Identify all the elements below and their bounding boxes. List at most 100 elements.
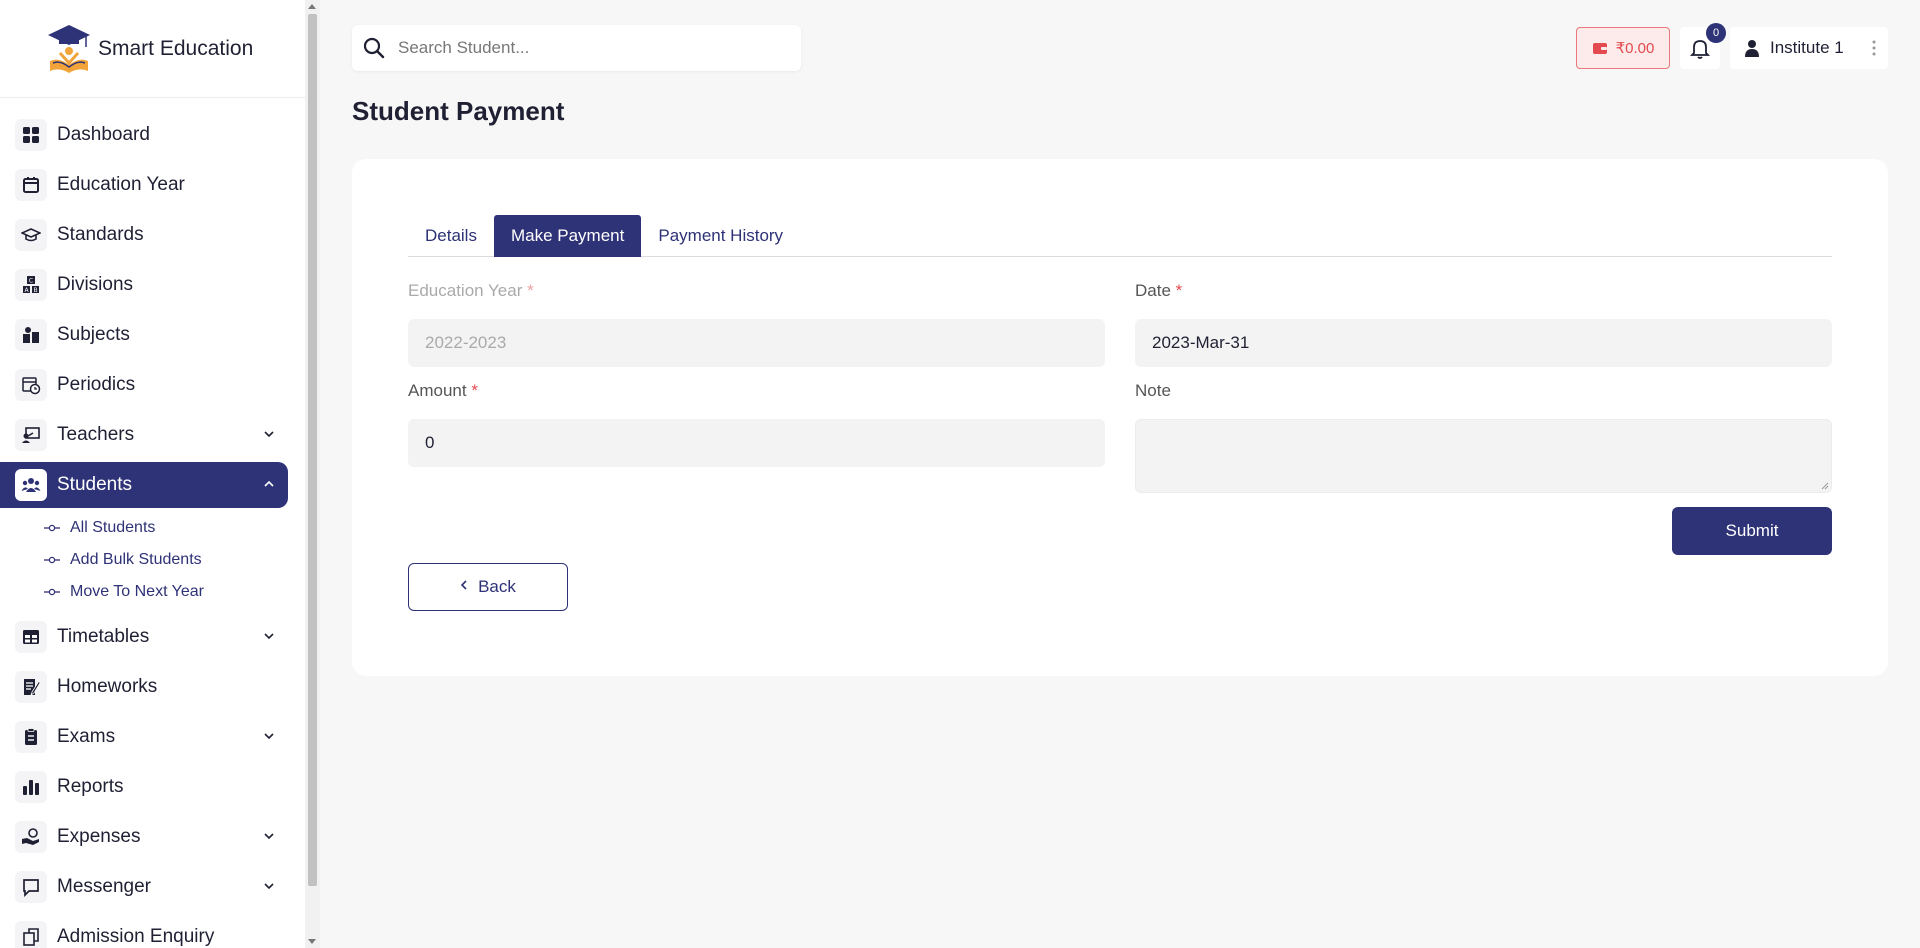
- user-icon: [1745, 40, 1759, 57]
- chevron-up-icon: [264, 480, 274, 487]
- search-box[interactable]: [352, 25, 801, 71]
- sidebar-item-standards[interactable]: Standards: [0, 212, 288, 258]
- sidebar-item-label: Reports: [57, 776, 124, 797]
- bell-icon: [1690, 40, 1710, 59]
- sidebar-item-exams[interactable]: Exams: [0, 714, 288, 760]
- enquiry-icon: [15, 921, 47, 948]
- sidebar-item-students[interactable]: Students: [0, 462, 288, 508]
- user-menu[interactable]: Institute 1: [1730, 27, 1888, 69]
- chevron-down-icon: [264, 633, 274, 640]
- note-textarea[interactable]: [1135, 419, 1832, 493]
- sidebar-item-divisions[interactable]: CAB Divisions: [0, 262, 288, 308]
- submenu-item-label: Add Bulk Students: [70, 551, 202, 568]
- resize-grip-icon[interactable]: [1821, 482, 1829, 490]
- sidebar-item-label: Periodics: [57, 374, 136, 395]
- notebook-pen-icon: [15, 671, 47, 703]
- submenu-item-add-bulk-students[interactable]: Add Bulk Students: [0, 544, 305, 576]
- date-field: Date * 2023-Mar-31: [1135, 281, 1832, 367]
- back-button-label: Back: [478, 577, 516, 596]
- tab-make-payment[interactable]: Make Payment: [493, 215, 642, 257]
- sidebar-item-dashboard[interactable]: Dashboard: [0, 112, 288, 158]
- education-year-label: Education Year *: [408, 281, 534, 300]
- sidebar-item-label: Messenger: [57, 876, 151, 897]
- search-input[interactable]: [398, 38, 778, 58]
- sidebar-item-expenses[interactable]: Expenses: [0, 814, 288, 860]
- sidebar-item-label: Students: [57, 474, 132, 495]
- node-bullet-icon: [44, 588, 60, 596]
- calendar-icon: [15, 169, 47, 201]
- calendar-clock-icon: [15, 369, 47, 401]
- svg-text:C: C: [29, 278, 33, 285]
- brand-name: Smart Education: [98, 36, 254, 60]
- more-vertical-icon[interactable]: [1872, 39, 1876, 57]
- submenu-item-label: Move To Next Year: [70, 583, 205, 600]
- chevron-down-icon: [264, 431, 274, 438]
- graduation-cap-icon: [15, 219, 47, 251]
- sidebar-item-label: Timetables: [57, 626, 150, 647]
- sidebar-item-subjects[interactable]: Subjects: [0, 312, 288, 358]
- sidebar-item-admission-enquiry[interactable]: Admission Enquiry: [0, 914, 288, 948]
- sidebar-scrollbar[interactable]: [305, 0, 320, 948]
- sidebar-item-teachers[interactable]: Teachers: [0, 412, 288, 458]
- wallet-icon: [1592, 43, 1607, 54]
- page-title: Student Payment: [352, 96, 565, 126]
- sidebar-item-label: Standards: [57, 224, 144, 245]
- submenu-item-label: All Students: [70, 519, 156, 536]
- wallet-amount: ₹0.00: [1615, 40, 1655, 57]
- brand[interactable]: Smart Education: [0, 0, 305, 98]
- date-input[interactable]: 2023-Mar-31: [1135, 319, 1832, 367]
- sidebar-item-label: Dashboard: [57, 124, 150, 145]
- teacher-board-icon: [15, 419, 47, 451]
- amount-field: Amount * 0: [408, 381, 1105, 467]
- clipboard-icon: [15, 721, 47, 753]
- submenu-item-move-to-next-year[interactable]: Move To Next Year: [0, 576, 305, 608]
- sidebar: Smart Education Dashboard Education Year…: [0, 0, 305, 948]
- sidebar-item-label: Education Year: [57, 174, 185, 195]
- notifications-button[interactable]: 0: [1680, 23, 1726, 69]
- submenu-item-all-students[interactable]: All Students: [0, 512, 305, 544]
- amount-input[interactable]: 0: [408, 419, 1105, 467]
- scroll-down-arrow-icon[interactable]: [308, 939, 316, 944]
- sidebar-nav: Dashboard Education Year Standards CAB D…: [0, 98, 305, 948]
- chevron-down-icon: [264, 733, 274, 740]
- node-bullet-icon: [44, 524, 60, 532]
- table-icon: [15, 621, 47, 653]
- back-button[interactable]: Back: [408, 563, 568, 611]
- sidebar-item-messenger[interactable]: Messenger: [0, 864, 288, 910]
- svg-text:B: B: [33, 287, 37, 294]
- tab-details[interactable]: Details: [408, 215, 494, 257]
- wallet-balance-button[interactable]: ₹0.00: [1576, 27, 1670, 69]
- sidebar-item-label: Subjects: [57, 324, 130, 345]
- users-group-icon: [15, 469, 47, 501]
- sidebar-item-label: Homeworks: [57, 676, 158, 697]
- amount-label: Amount *: [408, 381, 478, 400]
- sidebar-item-timetables[interactable]: Timetables: [0, 614, 288, 660]
- payment-card: Details Make Payment Payment History Edu…: [352, 159, 1888, 676]
- sidebar-item-education-year[interactable]: Education Year: [0, 162, 288, 208]
- education-year-input: 2022-2023: [408, 319, 1105, 367]
- chevron-down-icon: [264, 833, 274, 840]
- chevron-down-icon: [264, 883, 274, 890]
- note-field: Note: [1135, 381, 1832, 493]
- sidebar-item-homeworks[interactable]: Homeworks: [0, 664, 288, 710]
- sidebar-item-label: Admission Enquiry: [57, 926, 215, 947]
- user-name: Institute 1: [1770, 38, 1844, 57]
- sidebar-item-label: Teachers: [57, 424, 135, 445]
- graduation-logo-icon: [48, 24, 90, 73]
- tab-payment-history[interactable]: Payment History: [641, 215, 800, 257]
- sidebar-item-reports[interactable]: Reports: [0, 764, 288, 810]
- scroll-up-arrow-icon[interactable]: [308, 4, 316, 9]
- notification-count-badge: 0: [1706, 23, 1726, 43]
- dashboard-grid-icon: [15, 119, 47, 151]
- sidebar-item-periodics[interactable]: Periodics: [0, 362, 288, 408]
- sidebar-item-label: Divisions: [57, 274, 134, 295]
- node-bullet-icon: [44, 556, 60, 564]
- chat-bubble-icon: [15, 871, 47, 903]
- sidebar-item-label: Exams: [57, 726, 116, 747]
- education-year-field: Education Year * 2022-2023: [408, 281, 1105, 367]
- abc-blocks-icon: CAB: [15, 269, 47, 301]
- scrollbar-thumb[interactable]: [308, 14, 317, 886]
- sidebar-item-label: Expenses: [57, 826, 141, 847]
- submit-button[interactable]: Submit: [1672, 507, 1832, 555]
- bar-chart-icon: [15, 771, 47, 803]
